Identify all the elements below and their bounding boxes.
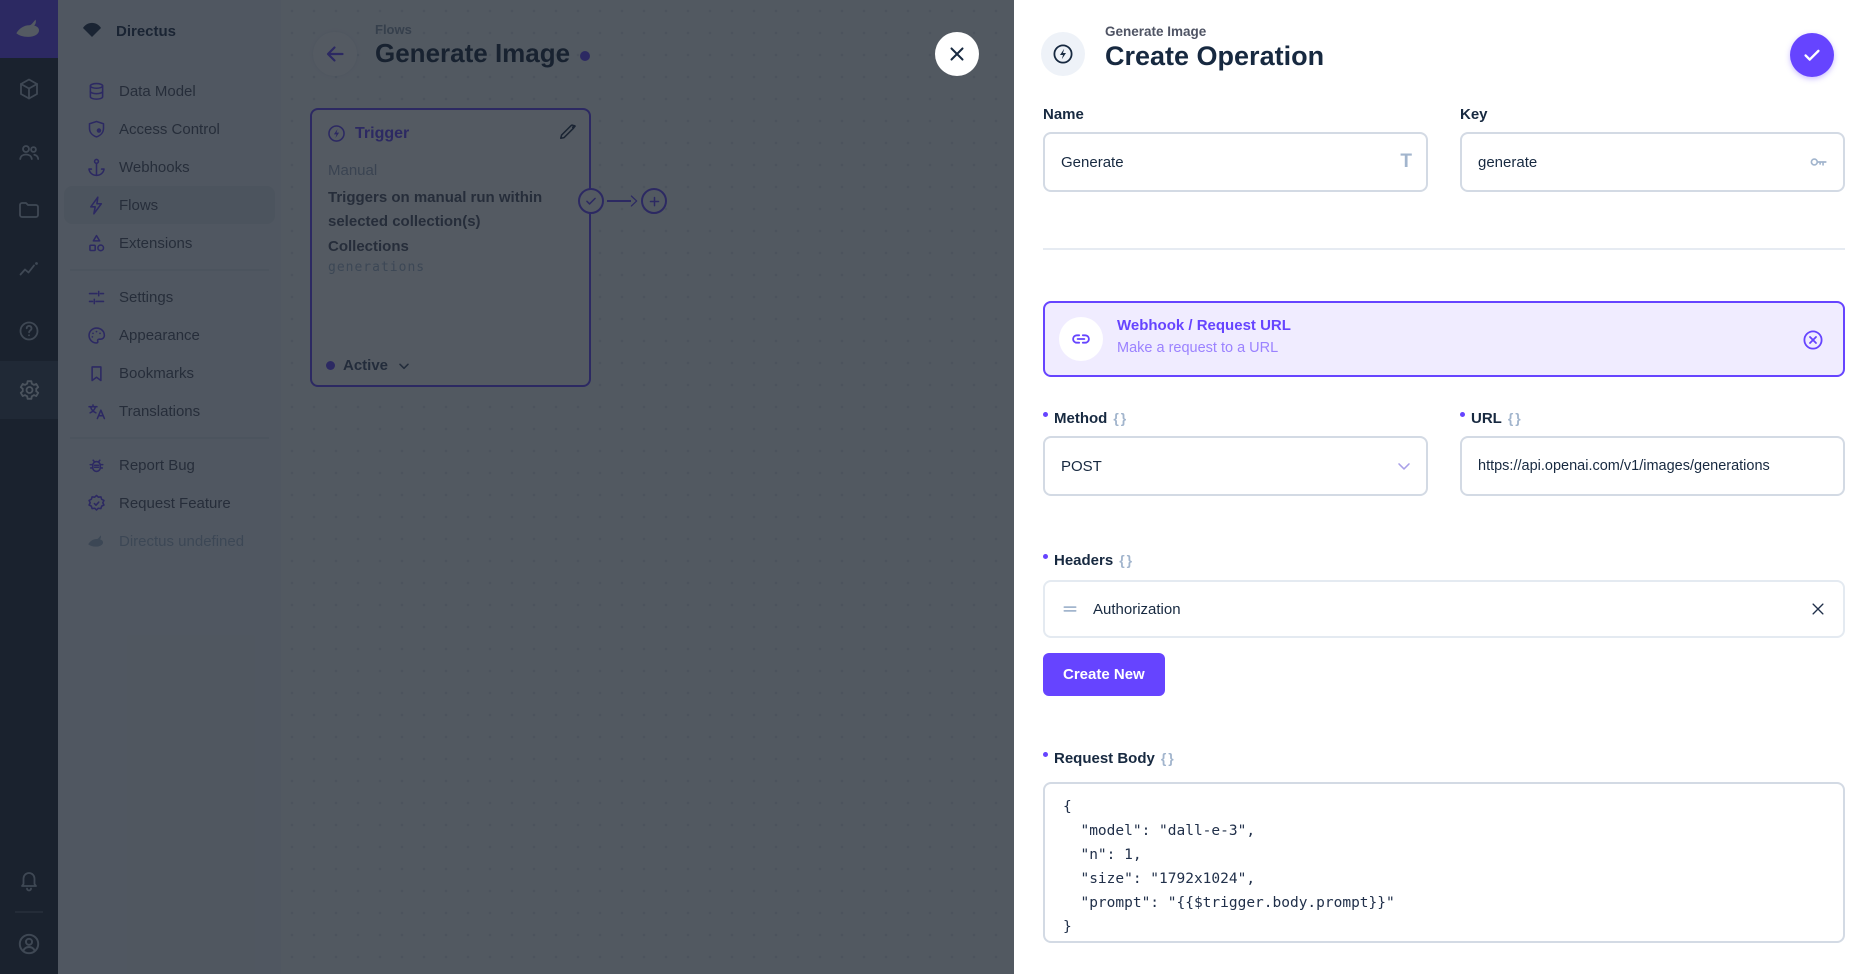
remove-row-x-icon[interactable]: [1809, 600, 1827, 618]
drawer-title: Create Operation: [1105, 41, 1324, 72]
create-new-header-button[interactable]: Create New: [1043, 653, 1165, 696]
request-body-field-label: Request Body {}: [1043, 750, 1176, 767]
required-dot: [1043, 752, 1048, 757]
save-operation-button[interactable]: [1790, 33, 1834, 77]
section-divider: [1043, 248, 1845, 250]
raw-value-icon[interactable]: {}: [1161, 750, 1176, 766]
operation-header-icon: [1041, 32, 1085, 76]
deselect-circle-x-icon[interactable]: [1801, 328, 1825, 352]
key-icon: [1807, 151, 1829, 173]
operation-type-banner[interactable]: Webhook / Request URL Make a request to …: [1043, 301, 1845, 377]
required-dot: [1043, 412, 1048, 417]
directus-app: Directus Data Model Access Control Webho…: [0, 0, 1865, 974]
name-input[interactable]: T: [1043, 132, 1428, 192]
close-icon: [946, 43, 968, 65]
label-text: URL: [1471, 410, 1502, 427]
header-row-authorization[interactable]: Authorization: [1043, 580, 1845, 638]
drag-handle-icon[interactable]: [1061, 600, 1079, 618]
headers-field-label: Headers {}: [1043, 552, 1134, 569]
create-operation-drawer: Generate Image Create Operation Name T K…: [1014, 0, 1865, 974]
url-input-field[interactable]: [1478, 458, 1829, 474]
label-text: Method: [1054, 410, 1107, 427]
name-field-label: Name: [1043, 106, 1084, 123]
method-value: POST: [1061, 458, 1394, 475]
link-icon: [1069, 327, 1093, 351]
raw-value-icon[interactable]: {}: [1119, 552, 1134, 568]
drawer-context-title: Generate Image: [1105, 24, 1206, 39]
check-icon: [1801, 44, 1823, 66]
label-text: Name: [1043, 106, 1084, 123]
key-input-field[interactable]: [1478, 154, 1807, 171]
name-input-field[interactable]: [1061, 154, 1400, 171]
method-field-label: Method {}: [1043, 410, 1128, 427]
url-input[interactable]: [1460, 436, 1845, 496]
label-text: Key: [1460, 106, 1488, 123]
required-dot: [1460, 412, 1465, 417]
request-body-editor[interactable]: { "model": "dall-e-3", "n": 1, "size": "…: [1043, 782, 1845, 943]
operation-type-subtitle: Make a request to a URL: [1117, 340, 1278, 356]
key-input[interactable]: [1460, 132, 1845, 192]
required-dot: [1043, 554, 1048, 559]
close-drawer-button[interactable]: [935, 32, 979, 76]
method-select[interactable]: POST: [1043, 436, 1428, 496]
url-field-label: URL {}: [1460, 410, 1523, 427]
webhook-icon-circle: [1059, 317, 1103, 361]
bolt-circle-icon: [1051, 42, 1075, 66]
key-field-label: Key: [1460, 106, 1488, 123]
request-body-code[interactable]: { "model": "dall-e-3", "n": 1, "size": "…: [1063, 795, 1825, 939]
label-text: Request Body: [1054, 750, 1155, 767]
operation-type-title: Webhook / Request URL: [1117, 317, 1291, 334]
title-format-icon[interactable]: T: [1400, 151, 1412, 173]
raw-value-icon[interactable]: {}: [1113, 410, 1128, 426]
raw-value-icon[interactable]: {}: [1508, 410, 1523, 426]
chevron-down-icon: [1394, 456, 1414, 476]
label-text: Headers: [1054, 552, 1113, 569]
header-row-value[interactable]: Authorization: [1093, 601, 1795, 618]
